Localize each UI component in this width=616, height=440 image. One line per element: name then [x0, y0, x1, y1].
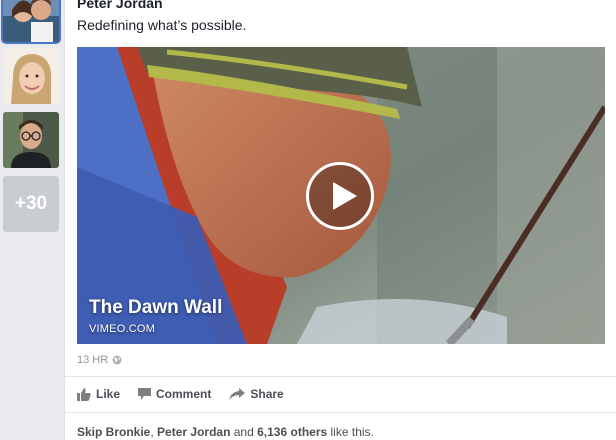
avatar-couple[interactable]	[1, 0, 61, 44]
video-source: VIMEO.COM	[89, 323, 155, 335]
likes-separator: ,	[150, 425, 154, 439]
comment-icon	[138, 388, 152, 400]
more-friends-badge[interactable]: +30	[3, 176, 59, 232]
friend-avatar-rail: +30	[0, 0, 64, 440]
avatar-man-glasses[interactable]	[3, 112, 59, 168]
post-card: Peter Jordan Redefining what’s possible.	[64, 0, 616, 440]
share-button[interactable]: Share	[229, 387, 284, 401]
play-button[interactable]	[306, 162, 374, 230]
divider	[65, 376, 616, 377]
thumbs-up-icon	[77, 387, 91, 401]
video-thumbnail[interactable]: The Dawn Wall VIMEO.COM	[77, 47, 605, 344]
share-icon	[229, 388, 246, 400]
liker-name-2[interactable]: Peter Jordan	[157, 425, 230, 439]
video-title[interactable]: The Dawn Wall	[89, 297, 222, 319]
play-icon	[333, 182, 357, 210]
like-label: Like	[96, 387, 121, 401]
globe-icon	[112, 355, 122, 365]
like-button[interactable]: Like	[77, 387, 120, 401]
likes-suffix: like this.	[330, 425, 374, 439]
comment-button[interactable]: Comment	[138, 387, 211, 401]
likes-summary: Skip Bronkie, Peter Jordan and 6,136 oth…	[77, 425, 374, 439]
likes-others-link[interactable]: 6,136 others	[257, 425, 327, 439]
share-label: Share	[250, 387, 284, 401]
liker-name-1[interactable]: Skip Bronkie	[77, 425, 150, 439]
comment-label: Comment	[156, 387, 212, 401]
post-text: Redefining what’s possible.	[77, 17, 247, 33]
avatar-woman[interactable]	[3, 48, 59, 104]
divider	[65, 412, 616, 413]
likes-and: and	[233, 425, 254, 439]
timestamp-text: 13 HR	[77, 354, 109, 366]
post-author[interactable]: Peter Jordan	[77, 0, 163, 11]
post-timestamp[interactable]: 13 HR	[77, 354, 122, 366]
post-actions: Like Comment Share	[77, 387, 284, 401]
